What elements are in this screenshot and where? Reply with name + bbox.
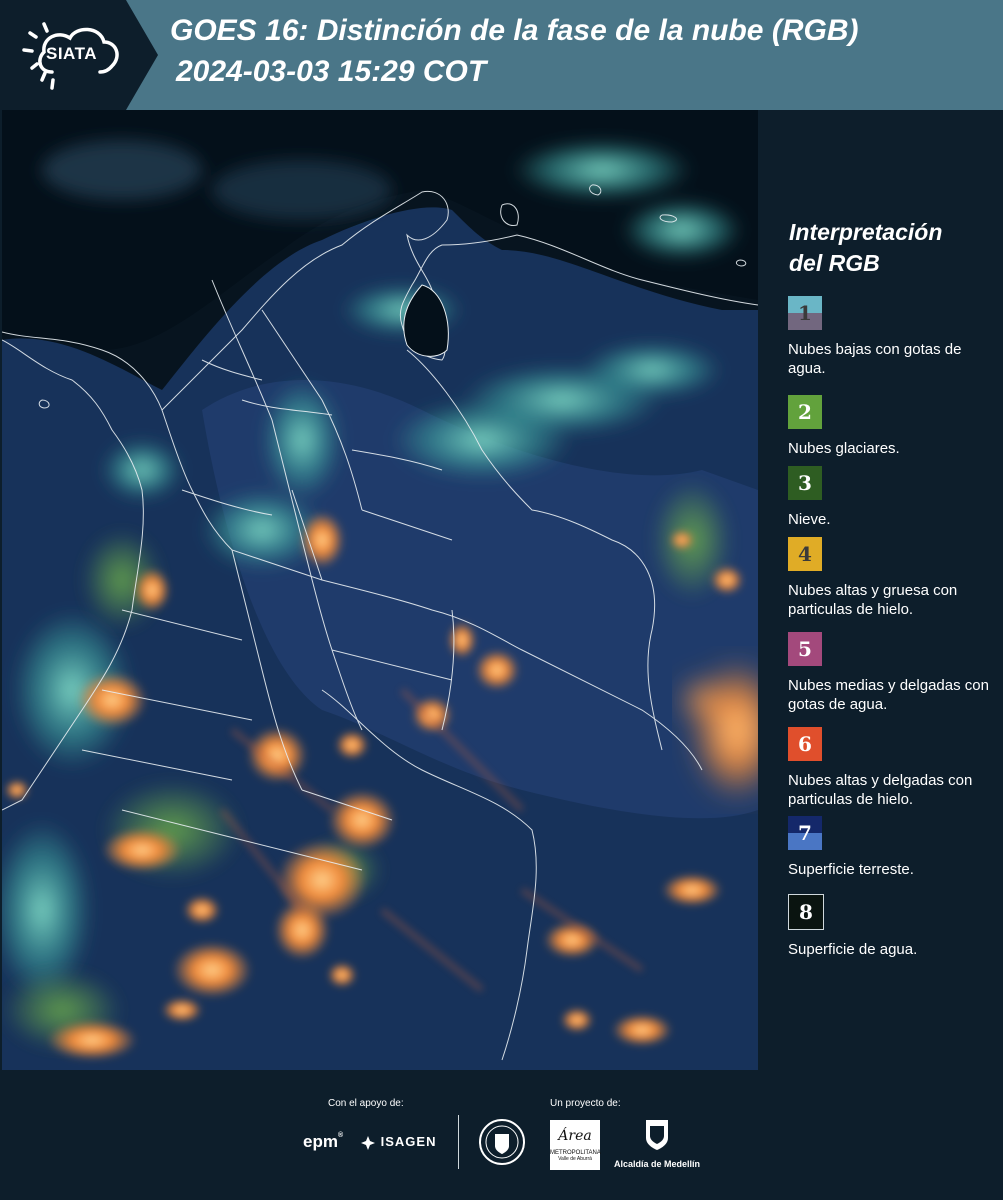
legend-item-4: 4 Nubes altas y gruesa con particulas de … (788, 537, 1000, 619)
area-logo-name: Área (558, 1128, 592, 1144)
support-label: Con el apoyo de: (328, 1098, 404, 1109)
legend-label: Nieve. (788, 511, 831, 528)
legend-label: Superficie terreste. (788, 861, 914, 878)
legend-swatch-5: 5 (788, 632, 822, 666)
legend-number: 5 (798, 637, 812, 661)
logo-text: SIATA (46, 44, 97, 63)
medellin-seal (478, 1118, 526, 1171)
footer: Con el apoyo de: Un proyecto de: epm® IS… (0, 1070, 1003, 1200)
area-logo-subtext: Valle de Aburrá (558, 1156, 592, 1162)
page-subtitle-datetime: 2024-03-03 15:29 COT (176, 55, 487, 88)
area-metropolitana-logo: Área METROPOLITANA Valle de Aburrá (550, 1120, 601, 1170)
legend-item-1: 1 Nubes bajas con gotas de agua. (788, 296, 1000, 378)
legend-title-line2: del RGB (789, 250, 880, 276)
legend-label: Nubes medias y delgadas con gotas de agu… (788, 677, 989, 713)
legend-number: 1 (798, 301, 812, 325)
legend-title-line1: Interpretación (789, 219, 943, 245)
legend-swatch-3: 3 (788, 466, 822, 500)
project-label: Un proyecto de: (550, 1098, 621, 1109)
legend-item-3: 3 Nieve. (788, 466, 1000, 529)
isagen-icon (361, 1135, 375, 1150)
alcaldia-logo-text: Alcaldía de Medellín (613, 1159, 701, 1169)
alcaldia-shield-icon (646, 1120, 668, 1150)
legend-number: 3 (798, 471, 812, 495)
legend-item-7: 7 Superficie terreste. (788, 816, 1000, 879)
legend-swatch-1: 1 (788, 296, 822, 330)
legend-label: Nubes bajas con gotas de agua. (788, 341, 962, 377)
legend-item-8: 8 Superficie de agua. (788, 894, 1000, 959)
legend-label: Nubes glaciares. (788, 440, 900, 457)
siata-logo: SIATA (0, 0, 158, 110)
header-bar: SIATA GOES 16: Distinción de la fase de … (0, 0, 1003, 110)
legend-number: 2 (798, 400, 812, 424)
legend-label: Nubes altas y gruesa con particulas de h… (788, 582, 958, 618)
legend-number: 6 (798, 732, 812, 756)
epm-logo-text: epm (303, 1132, 338, 1151)
legend-number: 4 (798, 542, 812, 566)
alcaldia-logo: Alcaldía de Medellín (612, 1118, 702, 1169)
footer-divider (458, 1115, 459, 1169)
isagen-logo: ISAGEN (360, 1134, 436, 1151)
legend-item-5: 5 Nubes medias y delgadas con gotas de ag… (788, 632, 1000, 714)
legend-label: Superficie de agua. (788, 941, 918, 958)
legend-swatch-2: 2 (788, 395, 822, 429)
page-title: GOES 16: Distinción de la fase de la nub… (170, 14, 859, 47)
legend-swatch-6: 6 (788, 727, 822, 761)
legend-item-2: 2 Nubes glaciares. (788, 395, 1000, 458)
legend-swatch-7: 7 (788, 816, 822, 850)
legend-number: 7 (798, 821, 812, 845)
epm-logo: epm® (303, 1132, 344, 1151)
legend-swatch-4: 4 (788, 537, 822, 571)
isagen-logo-text: ISAGEN (380, 1134, 437, 1149)
satellite-map (2, 110, 758, 1070)
legend-panel: Interpretación del RGB 1 Nubes bajas con … (760, 110, 1003, 1070)
legend-label: Nubes altas y delgadas con particulas de… (788, 772, 973, 808)
legend-number: 8 (799, 900, 813, 924)
legend-item-6: 6 Nubes altas y delgadas con particulas d… (788, 727, 1000, 809)
legend-swatch-8: 8 (788, 894, 824, 930)
legend-title: Interpretación del RGB (789, 217, 989, 279)
